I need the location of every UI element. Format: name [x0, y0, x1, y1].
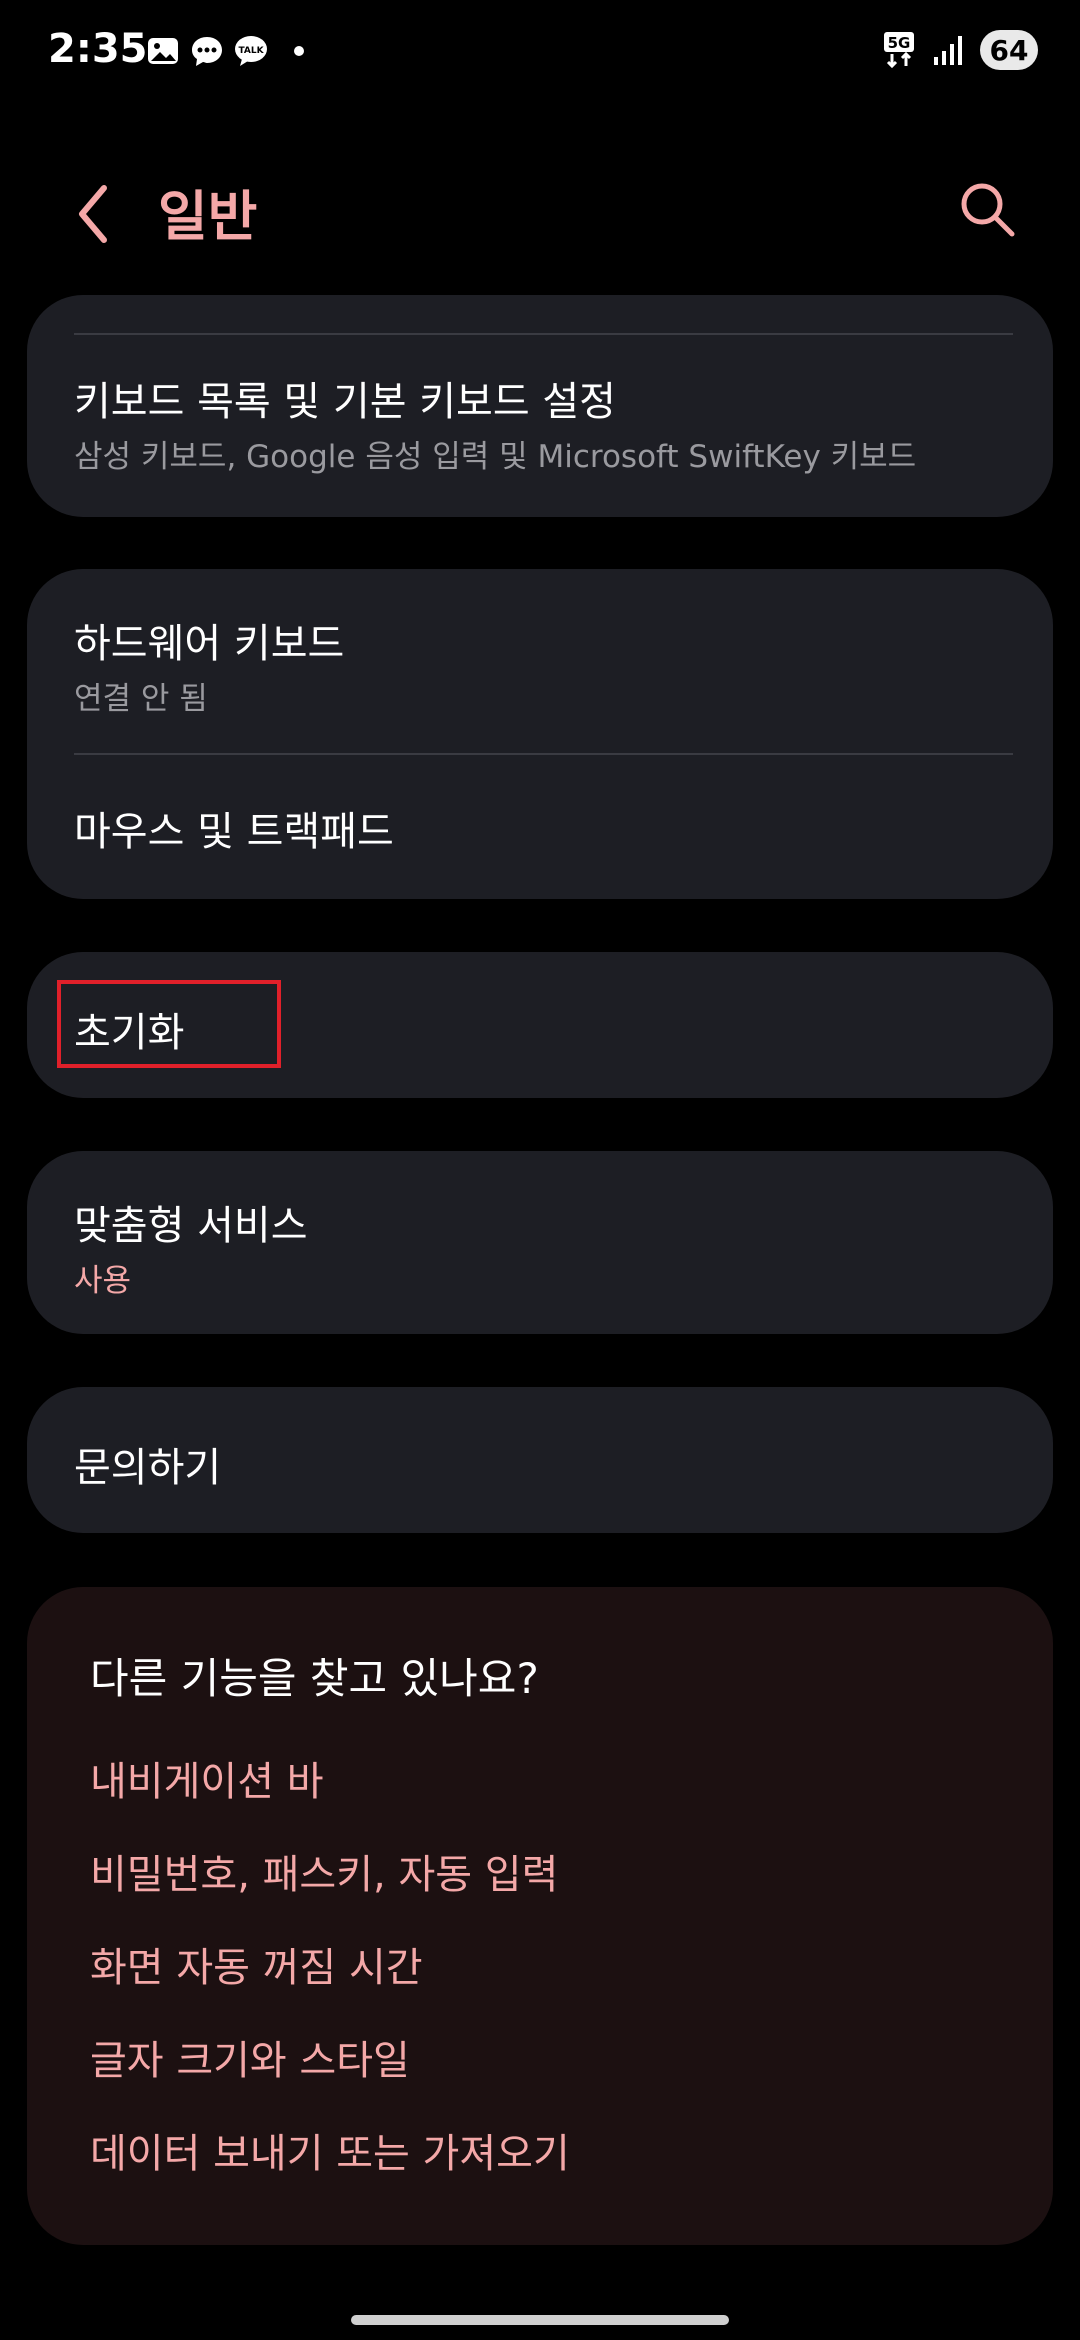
suggestion-link-font-size[interactable]: 글자 크기와 스타일	[90, 2028, 410, 2086]
suggestion-link-data-transfer[interactable]: 데이터 보내기 또는 가져오기	[90, 2121, 570, 2179]
keyboard-card: 키보드 목록 및 기본 키보드 설정 삼성 키보드, Google 음성 입력 …	[27, 295, 1053, 517]
hardware-keyboard-item[interactable]: 하드웨어 키보드 연결 안 됨	[27, 569, 1053, 753]
svg-text:TALK: TALK	[238, 46, 264, 56]
chevron-left-icon[interactable]	[70, 182, 120, 246]
home-indicator[interactable]	[351, 2315, 729, 2325]
customization-service-item[interactable]: 맞춤형 서비스 사용	[27, 1151, 1053, 1334]
system-icons: 5G 64	[882, 30, 1038, 70]
talk-icon: TALK	[235, 36, 267, 66]
battery-icon: 64	[980, 30, 1038, 70]
status-time: 2:35	[48, 26, 148, 72]
suggestions-title: 다른 기능을 찾고 있나요?	[90, 1654, 539, 1703]
hardware-keyboard-status: 연결 안 됨	[74, 681, 208, 717]
keyboard-list-title: 키보드 목록 및 기본 키보드 설정	[74, 379, 616, 425]
hardware-card: 하드웨어 키보드 연결 안 됨 마우스 및 트랙패드	[27, 569, 1053, 899]
suggestion-link-passwords[interactable]: 비밀번호, 패스키, 자동 입력	[90, 1842, 558, 1900]
message-icon	[192, 37, 222, 66]
keyboard-list-subtitle: 삼성 키보드, Google 음성 입력 및 Microsoft SwiftKe…	[74, 439, 917, 475]
keyboard-list-item[interactable]: 키보드 목록 및 기본 키보드 설정 삼성 키보드, Google 음성 입력 …	[27, 333, 1053, 517]
network-5g-icon: 5G	[884, 32, 914, 69]
status-bar: 2:35 TALK 5G 64	[0, 0, 1080, 105]
suggestions-card: 다른 기능을 찾고 있나요? 내비게이션 바 비밀번호, 패스키, 자동 입력 …	[27, 1587, 1053, 2245]
customization-service-status: 사용	[74, 1263, 132, 1299]
suggestion-link-navigation-bar[interactable]: 내비게이션 바	[90, 1749, 324, 1807]
suggestion-link-screen-timeout[interactable]: 화면 자동 꺼짐 시간	[90, 1935, 423, 1993]
hardware-keyboard-title: 하드웨어 키보드	[74, 621, 345, 667]
contact-us-title: 문의하기	[74, 1445, 222, 1491]
signal-icon	[934, 36, 962, 65]
mouse-trackpad-item[interactable]: 마우스 및 트랙패드	[27, 755, 1053, 899]
page-title: 일반	[158, 185, 258, 248]
highlight-box	[57, 980, 281, 1068]
notification-dot	[294, 46, 304, 56]
contact-us-item[interactable]: 문의하기	[27, 1387, 1053, 1533]
notification-icons: TALK	[146, 34, 304, 68]
customization-service-title: 맞춤형 서비스	[74, 1203, 308, 1249]
mouse-trackpad-title: 마우스 및 트랙패드	[74, 809, 394, 855]
svg-text:5G: 5G	[888, 34, 911, 52]
search-icon[interactable]	[958, 180, 1016, 238]
gallery-icon	[148, 38, 178, 64]
